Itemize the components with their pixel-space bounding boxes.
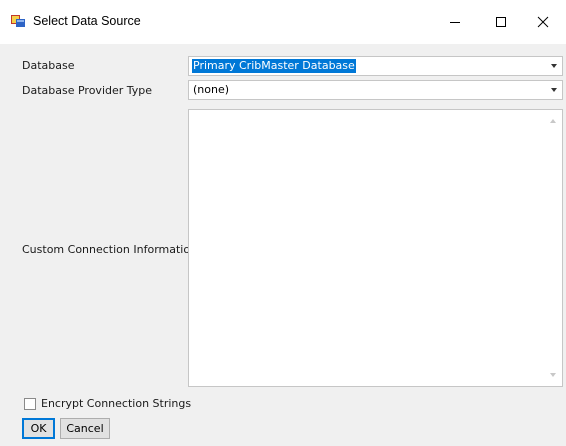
maximize-button[interactable] — [478, 0, 524, 44]
scroll-down-icon[interactable] — [550, 373, 556, 377]
vertical-scrollbar[interactable] — [545, 110, 562, 386]
window-title: Select Data Source — [33, 14, 141, 28]
close-icon — [537, 16, 549, 28]
title-bar: Select Data Source — [0, 0, 566, 44]
maximize-icon — [496, 17, 506, 27]
encrypt-checkbox[interactable] — [24, 398, 36, 410]
close-button[interactable] — [520, 0, 566, 44]
ok-button[interactable]: OK — [22, 418, 55, 439]
custom-connection-textarea[interactable] — [188, 109, 563, 387]
encrypt-checkbox-label[interactable]: Encrypt Connection Strings — [41, 397, 191, 410]
database-select[interactable]: Primary CribMaster Database — [188, 56, 563, 76]
scroll-up-icon[interactable] — [550, 119, 556, 123]
chevron-down-icon[interactable] — [551, 88, 557, 92]
custom-connection-label: Custom Connection Information — [22, 243, 198, 256]
provider-type-select-value: (none) — [193, 83, 230, 96]
chevron-down-icon[interactable] — [551, 64, 557, 68]
database-label: Database — [22, 59, 75, 72]
minimize-button[interactable] — [432, 0, 478, 44]
provider-type-select[interactable]: (none) — [188, 80, 563, 100]
minimize-icon — [450, 22, 460, 23]
database-app-icon — [11, 15, 25, 27]
database-select-value: Primary CribMaster Database — [192, 59, 356, 73]
cancel-button[interactable]: Cancel — [60, 418, 110, 439]
provider-type-label: Database Provider Type — [22, 84, 153, 97]
